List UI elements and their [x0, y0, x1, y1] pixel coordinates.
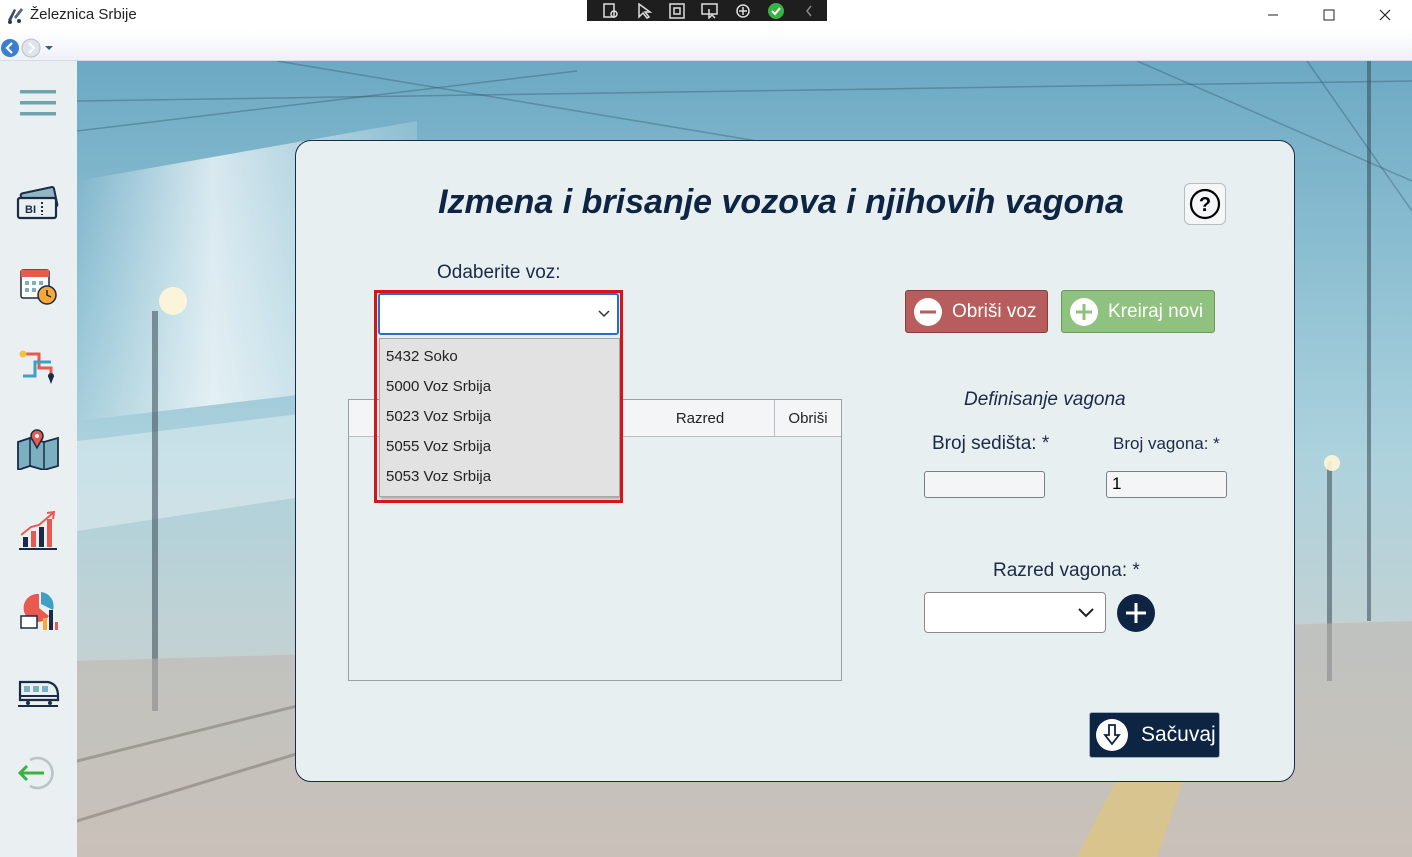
calendar-icon[interactable]: [14, 261, 62, 309]
app-icon: [8, 8, 23, 24]
column-header-class[interactable]: Razred: [626, 400, 774, 437]
train-select-label: Odaberite voz:: [437, 262, 561, 283]
train-icon[interactable]: [14, 668, 62, 716]
select-element-icon[interactable]: [634, 2, 654, 19]
download-arrow-icon: [1096, 719, 1128, 751]
menu-icon[interactable]: [14, 79, 62, 127]
route-icon[interactable]: [14, 343, 62, 391]
wagon-number-label: Broj vagona: *: [1113, 434, 1220, 453]
minimize-button[interactable]: [1244, 0, 1302, 30]
track-focus-icon[interactable]: [700, 2, 720, 19]
map-icon[interactable]: [14, 425, 62, 473]
wagon-section-label: Definisanje vagona: [964, 389, 1126, 410]
window-title: Železnica Srbije: [30, 6, 137, 23]
history-dropdown-icon[interactable]: [44, 43, 54, 53]
save-label: Sačuvaj: [1141, 723, 1216, 746]
save-button[interactable]: Sačuvaj: [1089, 712, 1220, 758]
title-bar: Železnica Srbije: [0, 0, 1412, 30]
binding-failures-icon[interactable]: [733, 3, 753, 19]
wagon-number-input[interactable]: 1: [1106, 471, 1227, 498]
delete-train-button[interactable]: Obriši voz: [905, 290, 1048, 333]
back-arrow-icon[interactable]: [0, 38, 20, 58]
report-icon[interactable]: [14, 587, 62, 635]
layout-adorner-icon[interactable]: [667, 2, 687, 19]
close-button[interactable]: [1356, 0, 1412, 30]
seats-label: Broj sedišta: *: [932, 433, 1050, 454]
navigation-bar: [0, 30, 1412, 61]
page-title: Izmena i brisanje vozova i njihovih vago…: [438, 183, 1124, 221]
help-button[interactable]: ?: [1184, 183, 1226, 225]
column-header-delete[interactable]: Obriši: [774, 400, 841, 437]
create-new-button[interactable]: Kreiraj novi: [1061, 290, 1215, 333]
train-edit-panel: Izmena i brisanje vozova i njihovih vago…: [295, 140, 1295, 782]
help-icon: ?: [1189, 188, 1221, 220]
seats-input[interactable]: [924, 471, 1045, 498]
wagon-class-label: Razred vagona: *: [993, 560, 1140, 581]
svg-text:?: ?: [1199, 194, 1211, 216]
debug-toolbar: [587, 0, 827, 21]
plus-circle-icon: [1070, 297, 1098, 326]
plus-icon: [1126, 603, 1146, 623]
add-wagon-button[interactable]: [1117, 594, 1155, 632]
ticket-icon[interactable]: BI: [14, 180, 62, 228]
focus-highlight-box: [374, 290, 623, 503]
logout-icon[interactable]: [14, 749, 62, 797]
chevron-down-icon: [1078, 607, 1094, 617]
forward-arrow-icon[interactable]: [21, 38, 41, 58]
sidebar: BI: [0, 61, 77, 857]
maximize-button[interactable]: [1300, 0, 1358, 30]
delete-train-label: Obriši voz: [952, 300, 1037, 322]
check-icon[interactable]: [766, 2, 786, 19]
live-tree-icon[interactable]: [601, 2, 621, 19]
svg-text:BI: BI: [25, 204, 36, 216]
wagon-class-select[interactable]: [924, 592, 1106, 633]
minus-circle-icon: [914, 297, 942, 326]
collapse-icon[interactable]: [799, 3, 819, 19]
chart-icon[interactable]: [14, 506, 62, 554]
create-new-label: Kreiraj novi: [1108, 300, 1204, 322]
